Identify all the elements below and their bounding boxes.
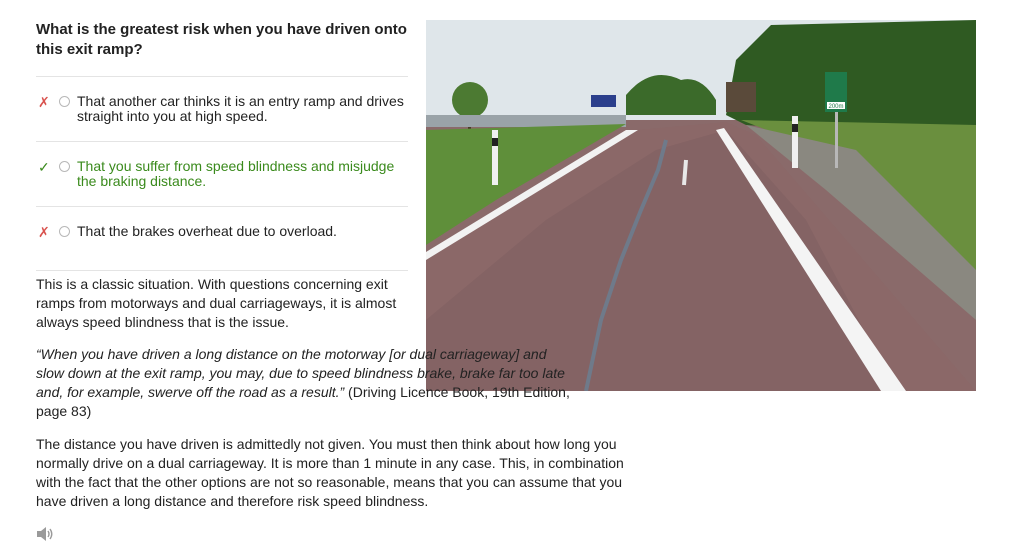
sign-distance-text: 200m <box>828 104 843 110</box>
explanation-paragraph-2: “When you have driven a long distance on… <box>36 345 576 421</box>
answer-option-text: That you suffer from speed blindness and… <box>77 158 395 189</box>
question-title: What is the greatest risk when you have … <box>36 21 407 58</box>
speaker-icon[interactable] <box>36 526 54 542</box>
question-page: What is the greatest risk when you have … <box>0 0 1015 556</box>
answer-option-3[interactable]: ✗ That the brakes overheat due to overlo… <box>36 206 408 271</box>
radio-button[interactable] <box>59 161 70 172</box>
radio-button[interactable] <box>59 226 70 237</box>
answer-option-1[interactable]: ✗ That another car thinks it is an entry… <box>36 76 408 141</box>
radio-button[interactable] <box>59 96 70 107</box>
answer-option-text: That the brakes overheat due to overload… <box>77 223 337 239</box>
explanation-paragraph-1: This is a classic situation. With questi… <box>36 276 397 330</box>
exit-ramp-photo: 200m <box>426 20 976 391</box>
wrong-mark-icon: ✗ <box>38 94 50 110</box>
correct-mark-icon: ✓ <box>38 159 50 175</box>
answer-options: ✗ That another car thinks it is an entry… <box>36 76 408 271</box>
wrong-mark-icon: ✗ <box>38 224 50 240</box>
answer-option-text: That another car thinks it is an entry r… <box>77 93 404 124</box>
explanation-paragraph-3: The distance you have driven is admitted… <box>36 436 624 509</box>
answer-option-2[interactable]: ✓ That you suffer from speed blindness a… <box>36 141 408 206</box>
